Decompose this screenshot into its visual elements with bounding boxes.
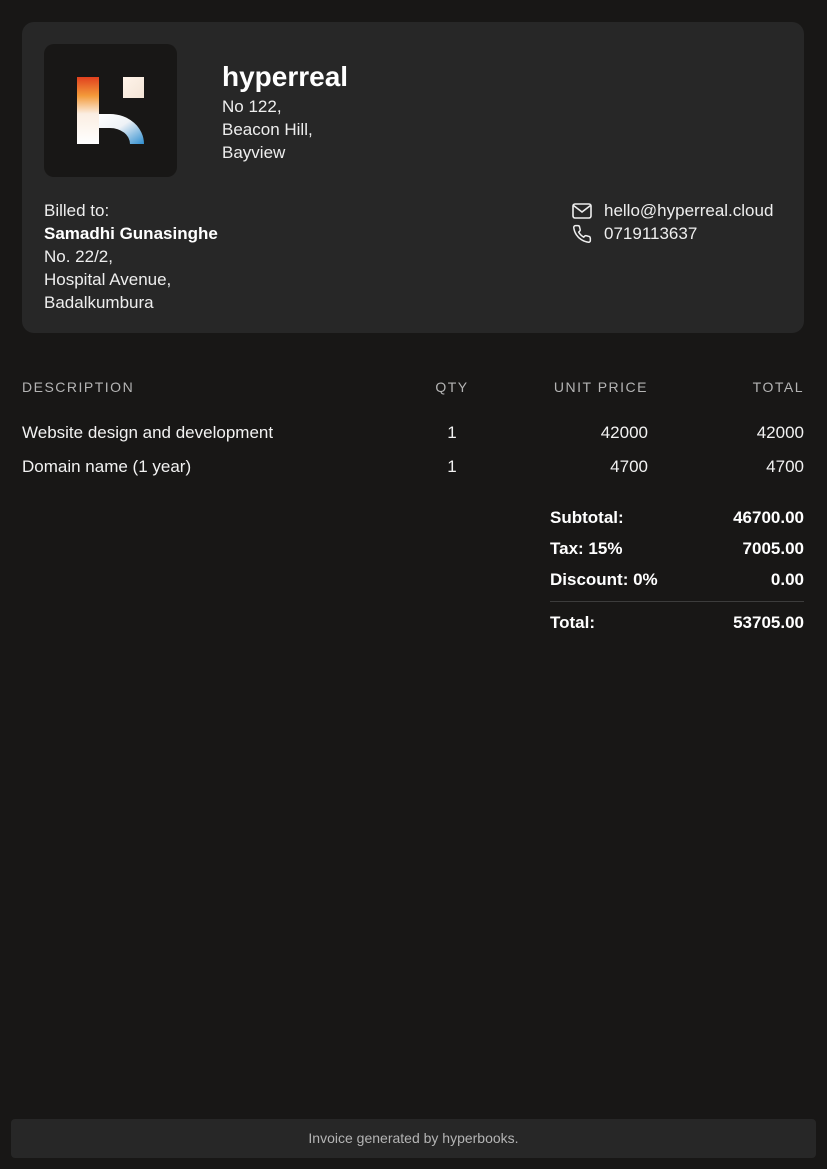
footer-text: Invoice generated by hyperbooks. bbox=[308, 1130, 519, 1146]
footer-bar: Invoice generated by hyperbooks. bbox=[11, 1119, 816, 1158]
item-total: 4700 bbox=[766, 457, 804, 476]
company-address: No 122, Beacon Hill, Bayview bbox=[222, 95, 313, 164]
total-value: 53705.00 bbox=[733, 613, 804, 632]
contact-email[interactable]: hello@hyperreal.cloud bbox=[604, 199, 773, 222]
invoice-header-card: hyperreal No 122, Beacon Hill, Bayview B… bbox=[22, 22, 804, 333]
phone-icon bbox=[572, 224, 594, 244]
item-unit-price: 4700 bbox=[610, 457, 648, 476]
column-header-unit-price: UNIT PRICE bbox=[553, 379, 648, 395]
subtotal-label: Subtotal: bbox=[550, 508, 624, 527]
contact-phone-row: 0719113637 bbox=[572, 222, 773, 245]
tax-row: Tax: 15% 7005.00 bbox=[550, 533, 804, 564]
item-description: Domain name (1 year) bbox=[22, 457, 192, 476]
client-address-line: Badalkumbura bbox=[44, 293, 154, 312]
subtotal-row: Subtotal: 46700.00 bbox=[550, 502, 804, 533]
contact-email-row: hello@hyperreal.cloud bbox=[572, 199, 773, 222]
contact-section: hello@hyperreal.cloud 0719113637 bbox=[572, 199, 773, 245]
discount-label: Discount: 0% bbox=[550, 570, 658, 589]
company-address-line: No 122, bbox=[222, 97, 282, 116]
item-unit-price: 42000 bbox=[600, 423, 648, 442]
totals-summary: Subtotal: 46700.00 Tax: 15% 7005.00 Disc… bbox=[550, 502, 804, 638]
client-address-line: Hospital Avenue, bbox=[44, 270, 172, 289]
total-label: Total: bbox=[550, 613, 596, 632]
item-qty: 1 bbox=[447, 423, 457, 442]
total-row: Total: 53705.00 bbox=[550, 607, 804, 638]
table-row: Domain name (1 year) 1 4700 4700 bbox=[22, 450, 804, 484]
client-address-line: No. 22/2, bbox=[44, 247, 113, 266]
hyperreal-logo-icon bbox=[77, 77, 144, 144]
company-name: hyperreal bbox=[222, 61, 349, 92]
totals-divider bbox=[550, 601, 804, 602]
billed-to-label: Billed to: bbox=[44, 201, 110, 220]
column-header-qty: QTY bbox=[435, 379, 469, 395]
line-items-table: DESCRIPTION QTY UNIT PRICE TOTAL Website… bbox=[22, 376, 804, 484]
table-row: Website design and development 1 42000 4… bbox=[22, 416, 804, 450]
item-total: 42000 bbox=[756, 423, 804, 442]
tax-label: Tax: 15% bbox=[550, 539, 623, 558]
contact-phone[interactable]: 0719113637 bbox=[604, 222, 697, 245]
client-name: Samadhi Gunasinghe bbox=[44, 224, 218, 243]
discount-row: Discount: 0% 0.00 bbox=[550, 564, 804, 595]
column-header-description: DESCRIPTION bbox=[22, 379, 135, 395]
company-address-line: Bayview bbox=[222, 143, 286, 162]
discount-value: 0.00 bbox=[770, 570, 804, 589]
company-logo bbox=[44, 44, 177, 177]
subtotal-value: 46700.00 bbox=[733, 508, 804, 527]
tax-value: 7005.00 bbox=[742, 539, 804, 558]
item-qty: 1 bbox=[447, 457, 457, 476]
mail-icon bbox=[572, 201, 594, 221]
item-description: Website design and development bbox=[22, 423, 274, 442]
company-address-line: Beacon Hill, bbox=[222, 120, 313, 139]
billed-to-section: Billed to: Samadhi Gunasinghe No. 22/2, … bbox=[44, 199, 218, 314]
column-header-total: TOTAL bbox=[752, 379, 804, 395]
table-header-row: DESCRIPTION QTY UNIT PRICE TOTAL bbox=[22, 376, 804, 416]
